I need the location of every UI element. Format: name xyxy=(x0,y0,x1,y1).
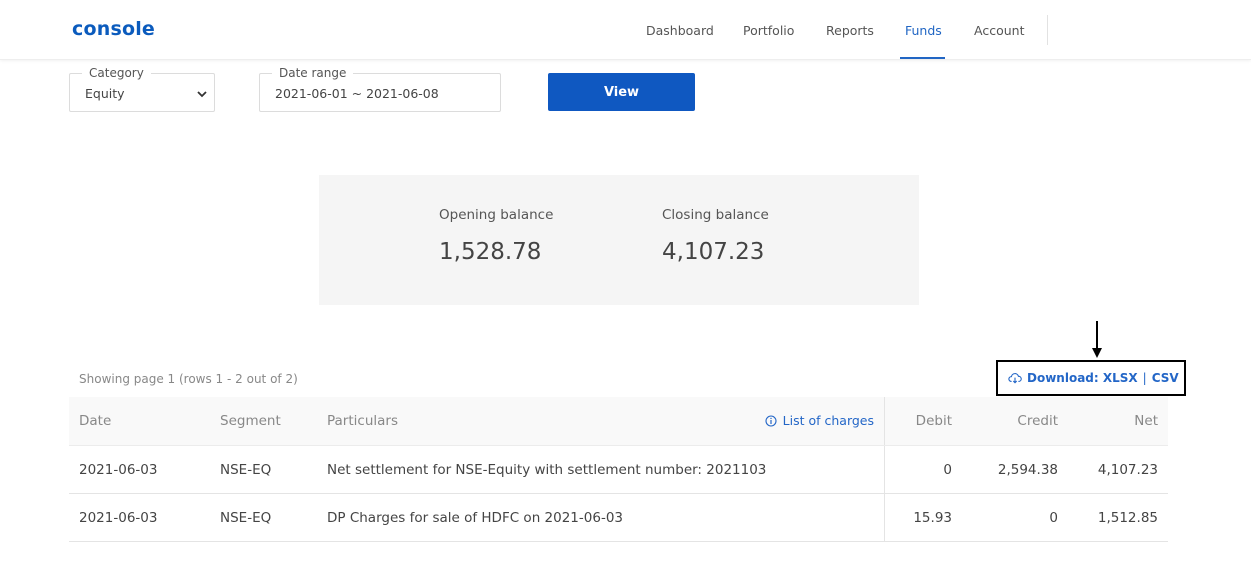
row-particulars: Net settlement for NSE-Equity with settl… xyxy=(327,462,767,478)
balance-summary-card: Opening balance 1,528.78 Closing balance… xyxy=(319,175,919,305)
row-particulars: DP Charges for sale of HDFC on 2021-06-0… xyxy=(327,510,623,526)
row-net: 4,107.23 xyxy=(1097,462,1158,478)
annotation-arrow xyxy=(1096,321,1098,349)
row-date: 2021-06-03 xyxy=(79,462,158,478)
closing-balance-label: Closing balance xyxy=(662,207,769,223)
header-credit[interactable]: Credit xyxy=(1017,413,1058,429)
column-divider xyxy=(884,397,885,445)
date-range-value: 2021-06-01 ~ 2021-06-08 xyxy=(275,86,439,101)
category-select[interactable]: Category Equity xyxy=(69,66,215,112)
active-tab-indicator xyxy=(900,57,945,59)
row-date: 2021-06-03 xyxy=(79,510,158,526)
nav-reports[interactable]: Reports xyxy=(826,23,874,38)
table-header: Date Segment Particulars List of charges… xyxy=(69,397,1168,446)
ledger-table: Date Segment Particulars List of charges… xyxy=(69,397,1168,542)
row-net: 1,512.85 xyxy=(1097,510,1158,526)
view-button[interactable]: View xyxy=(548,73,695,111)
row-debit: 0 xyxy=(943,462,952,478)
row-debit: 15.93 xyxy=(913,510,952,526)
closing-balance-value: 4,107.23 xyxy=(662,239,765,265)
annotation-arrow-head xyxy=(1092,348,1102,358)
date-range-input[interactable]: Date range 2021-06-01 ~ 2021-06-08 xyxy=(259,66,501,112)
table-row: 2021-06-03 NSE-EQ Net settlement for NSE… xyxy=(69,446,1168,494)
column-divider xyxy=(884,446,885,493)
opening-balance-label: Opening balance xyxy=(439,207,554,223)
row-segment: NSE-EQ xyxy=(220,462,272,478)
download-links: Download: XLSX | CSV xyxy=(1008,371,1179,385)
header-segment[interactable]: Segment xyxy=(220,413,281,429)
table-row: 2021-06-03 NSE-EQ DP Charges for sale of… xyxy=(69,494,1168,542)
download-csv-link[interactable]: CSV xyxy=(1152,371,1179,385)
header-net[interactable]: Net xyxy=(1134,413,1158,429)
list-of-charges-label: List of charges xyxy=(782,413,874,428)
category-value: Equity xyxy=(85,86,125,101)
nav-account[interactable]: Account xyxy=(974,23,1024,38)
row-segment: NSE-EQ xyxy=(220,510,272,526)
nav-dashboard[interactable]: Dashboard xyxy=(646,23,714,38)
row-credit: 2,594.38 xyxy=(997,462,1058,478)
download-xlsx-link[interactable]: XLSX xyxy=(1103,371,1138,385)
header-debit[interactable]: Debit xyxy=(916,413,952,429)
category-label: Category xyxy=(82,66,151,80)
date-range-label: Date range xyxy=(272,66,354,80)
pagination-status: Showing page 1 (rows 1 - 2 out of 2) xyxy=(79,372,298,386)
nav-portfolio[interactable]: Portfolio xyxy=(743,23,794,38)
list-of-charges-link[interactable]: List of charges xyxy=(765,413,874,428)
chevron-down-icon xyxy=(197,91,207,98)
download-prefix: Download: xyxy=(1027,371,1099,385)
download-highlight-box: Download: XLSX | CSV xyxy=(996,360,1186,396)
download-separator: | xyxy=(1142,371,1147,385)
console-logo[interactable]: console xyxy=(72,18,155,40)
nav-funds[interactable]: Funds xyxy=(905,23,942,38)
top-navigation-bar: console Dashboard Portfolio Reports Fund… xyxy=(0,0,1251,60)
header-particulars[interactable]: Particulars xyxy=(327,413,398,429)
header-date[interactable]: Date xyxy=(79,413,111,429)
nav-divider xyxy=(1047,15,1048,45)
cloud-download-icon xyxy=(1008,373,1022,384)
row-credit: 0 xyxy=(1049,510,1058,526)
column-divider xyxy=(884,494,885,541)
info-icon xyxy=(765,414,777,427)
opening-balance-value: 1,528.78 xyxy=(439,239,542,265)
